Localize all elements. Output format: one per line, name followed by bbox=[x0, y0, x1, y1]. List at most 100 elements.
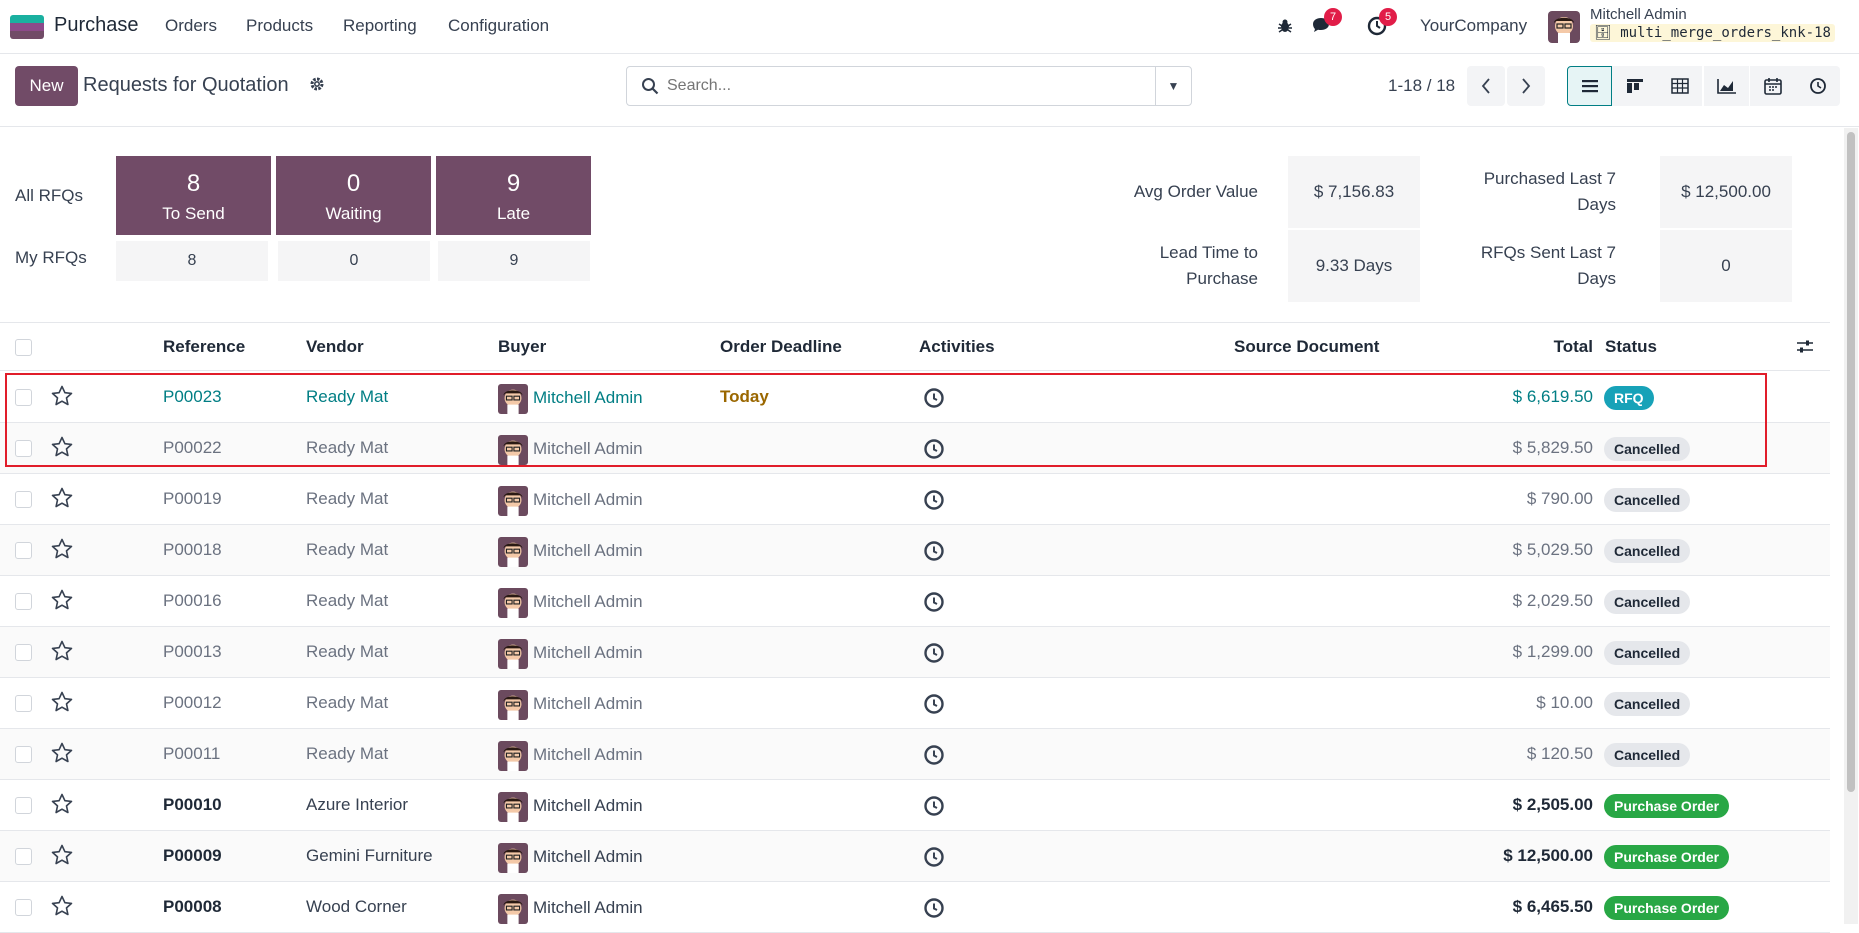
activity-clock-icon[interactable] bbox=[923, 897, 945, 919]
kanban-view-icon[interactable] bbox=[1612, 66, 1657, 106]
search-box[interactable]: ▼ bbox=[626, 66, 1192, 106]
select-all-checkbox[interactable] bbox=[15, 339, 32, 356]
activity-clock-icon[interactable] bbox=[923, 387, 945, 409]
table-row[interactable]: P00023 Ready Mat Mitchell Admin Today $ 6,61… bbox=[0, 372, 1830, 423]
table-row[interactable]: P00008 Wood Corner Mitchell Admin $ 6,465.5… bbox=[0, 882, 1830, 933]
row-buyer[interactable]: Mitchell Admin bbox=[533, 439, 643, 459]
search-input[interactable] bbox=[667, 73, 1107, 99]
column-reference[interactable]: Reference bbox=[163, 337, 245, 357]
star-icon[interactable] bbox=[50, 792, 74, 816]
user-avatar[interactable] bbox=[1548, 11, 1580, 43]
table-row[interactable]: P00010 Azure Interior Mitchell Admin $ 2,50… bbox=[0, 780, 1830, 831]
row-buyer[interactable]: Mitchell Admin bbox=[533, 592, 643, 612]
menu-products[interactable]: Products bbox=[246, 16, 313, 36]
activity-clock-icon[interactable] bbox=[923, 693, 945, 715]
list-view-icon[interactable] bbox=[1567, 66, 1612, 106]
table-row[interactable]: P00013 Ready Mat Mitchell Admin $ 1,299.00 C… bbox=[0, 627, 1830, 678]
table-row[interactable]: P00012 Ready Mat Mitchell Admin $ 10.00 Canc… bbox=[0, 678, 1830, 729]
row-vendor[interactable]: Ready Mat bbox=[306, 438, 388, 458]
star-icon[interactable] bbox=[50, 843, 74, 867]
row-checkbox[interactable] bbox=[15, 440, 32, 457]
row-checkbox[interactable] bbox=[15, 644, 32, 661]
search-options-toggle-icon[interactable]: ▼ bbox=[1155, 67, 1191, 105]
row-buyer[interactable]: Mitchell Admin bbox=[533, 643, 643, 663]
late-tile[interactable]: 9 Late bbox=[436, 156, 591, 235]
to-send-tile[interactable]: 8 To Send bbox=[116, 156, 271, 235]
row-checkbox[interactable] bbox=[15, 542, 32, 559]
app-name[interactable]: Purchase bbox=[54, 14, 139, 37]
row-checkbox[interactable] bbox=[15, 389, 32, 406]
pager-next-icon[interactable] bbox=[1507, 66, 1545, 106]
row-checkbox[interactable] bbox=[15, 848, 32, 865]
row-vendor[interactable]: Gemini Furniture bbox=[306, 846, 433, 866]
row-reference[interactable]: P00012 bbox=[163, 693, 222, 713]
activity-clock-icon[interactable] bbox=[923, 489, 945, 511]
table-row[interactable]: P00016 Ready Mat Mitchell Admin $ 2,029.50 C… bbox=[0, 576, 1830, 627]
row-reference[interactable]: P00019 bbox=[163, 489, 222, 509]
star-icon[interactable] bbox=[50, 741, 74, 765]
table-row[interactable]: P00018 Ready Mat Mitchell Admin $ 5,029.50 C… bbox=[0, 525, 1830, 576]
waiting-tile[interactable]: 0 Waiting bbox=[276, 156, 431, 235]
calendar-view-icon[interactable] bbox=[1750, 66, 1795, 106]
row-checkbox[interactable] bbox=[15, 797, 32, 814]
activity-clock-icon[interactable] bbox=[923, 846, 945, 868]
row-reference[interactable]: P00011 bbox=[163, 744, 220, 764]
scrollbar[interactable] bbox=[1844, 128, 1858, 924]
row-buyer[interactable]: Mitchell Admin bbox=[533, 490, 643, 510]
row-vendor[interactable]: Ready Mat bbox=[306, 489, 388, 509]
row-checkbox[interactable] bbox=[15, 899, 32, 916]
row-buyer[interactable]: Mitchell Admin bbox=[533, 541, 643, 561]
row-reference[interactable]: P00013 bbox=[163, 642, 222, 662]
column-activities[interactable]: Activities bbox=[919, 337, 995, 357]
row-vendor[interactable]: Ready Mat bbox=[306, 540, 388, 560]
scrollbar-thumb[interactable] bbox=[1847, 132, 1855, 792]
activity-clock-icon[interactable] bbox=[923, 795, 945, 817]
row-buyer[interactable]: Mitchell Admin bbox=[533, 796, 643, 816]
optional-columns-icon[interactable] bbox=[1796, 338, 1814, 361]
row-reference[interactable]: P00023 bbox=[163, 387, 222, 407]
menu-configuration[interactable]: Configuration bbox=[448, 16, 549, 36]
star-icon[interactable] bbox=[50, 384, 74, 408]
row-reference[interactable]: P00016 bbox=[163, 591, 222, 611]
table-row[interactable]: P00022 Ready Mat Mitchell Admin $ 5,829.50 C… bbox=[0, 423, 1830, 474]
activity-view-icon[interactable] bbox=[1795, 66, 1840, 106]
row-reference[interactable]: P00009 bbox=[163, 846, 222, 866]
pager-value[interactable]: 1-18 / 18 bbox=[1388, 76, 1455, 96]
row-buyer[interactable]: Mitchell Admin bbox=[533, 388, 643, 408]
row-vendor[interactable]: Azure Interior bbox=[306, 795, 408, 815]
column-source-document[interactable]: Source Document bbox=[1234, 337, 1379, 357]
row-checkbox[interactable] bbox=[15, 491, 32, 508]
row-checkbox[interactable] bbox=[15, 695, 32, 712]
row-reference[interactable]: P00018 bbox=[163, 540, 222, 560]
row-reference[interactable]: P00010 bbox=[163, 795, 222, 815]
star-icon[interactable] bbox=[50, 486, 74, 510]
company-switcher[interactable]: YourCompany bbox=[1420, 16, 1527, 36]
messages-icon[interactable]: 7 bbox=[1310, 8, 1342, 38]
row-checkbox[interactable] bbox=[15, 593, 32, 610]
activity-clock-icon[interactable] bbox=[923, 744, 945, 766]
star-icon[interactable] bbox=[50, 588, 74, 612]
new-button[interactable]: New bbox=[15, 66, 78, 106]
graph-view-icon[interactable] bbox=[1704, 66, 1749, 106]
row-reference[interactable]: P00022 bbox=[163, 438, 222, 458]
row-reference[interactable]: P00008 bbox=[163, 897, 222, 917]
pivot-view-icon[interactable] bbox=[1657, 66, 1702, 106]
my-waiting-count[interactable]: 0 bbox=[278, 241, 430, 281]
purchase-app-icon[interactable] bbox=[10, 15, 44, 39]
row-vendor[interactable]: Ready Mat bbox=[306, 642, 388, 662]
menu-reporting[interactable]: Reporting bbox=[343, 16, 417, 36]
star-icon[interactable] bbox=[50, 639, 74, 663]
star-icon[interactable] bbox=[50, 537, 74, 561]
activity-clock-icon[interactable] bbox=[923, 438, 945, 460]
row-vendor[interactable]: Ready Mat bbox=[306, 693, 388, 713]
star-icon[interactable] bbox=[50, 894, 74, 918]
column-status[interactable]: Status bbox=[1605, 337, 1657, 357]
row-buyer[interactable]: Mitchell Admin bbox=[533, 694, 643, 714]
gear-icon[interactable] bbox=[309, 76, 325, 97]
my-to-send-count[interactable]: 8 bbox=[116, 241, 268, 281]
row-buyer[interactable]: Mitchell Admin bbox=[533, 745, 643, 765]
table-row[interactable]: P00019 Ready Mat Mitchell Admin $ 790.00 Can… bbox=[0, 474, 1830, 525]
row-vendor[interactable]: Wood Corner bbox=[306, 897, 407, 917]
table-row[interactable]: P00011 Ready Mat Mitchell Admin $ 120.50 Can… bbox=[0, 729, 1830, 780]
row-vendor[interactable]: Ready Mat bbox=[306, 744, 388, 764]
